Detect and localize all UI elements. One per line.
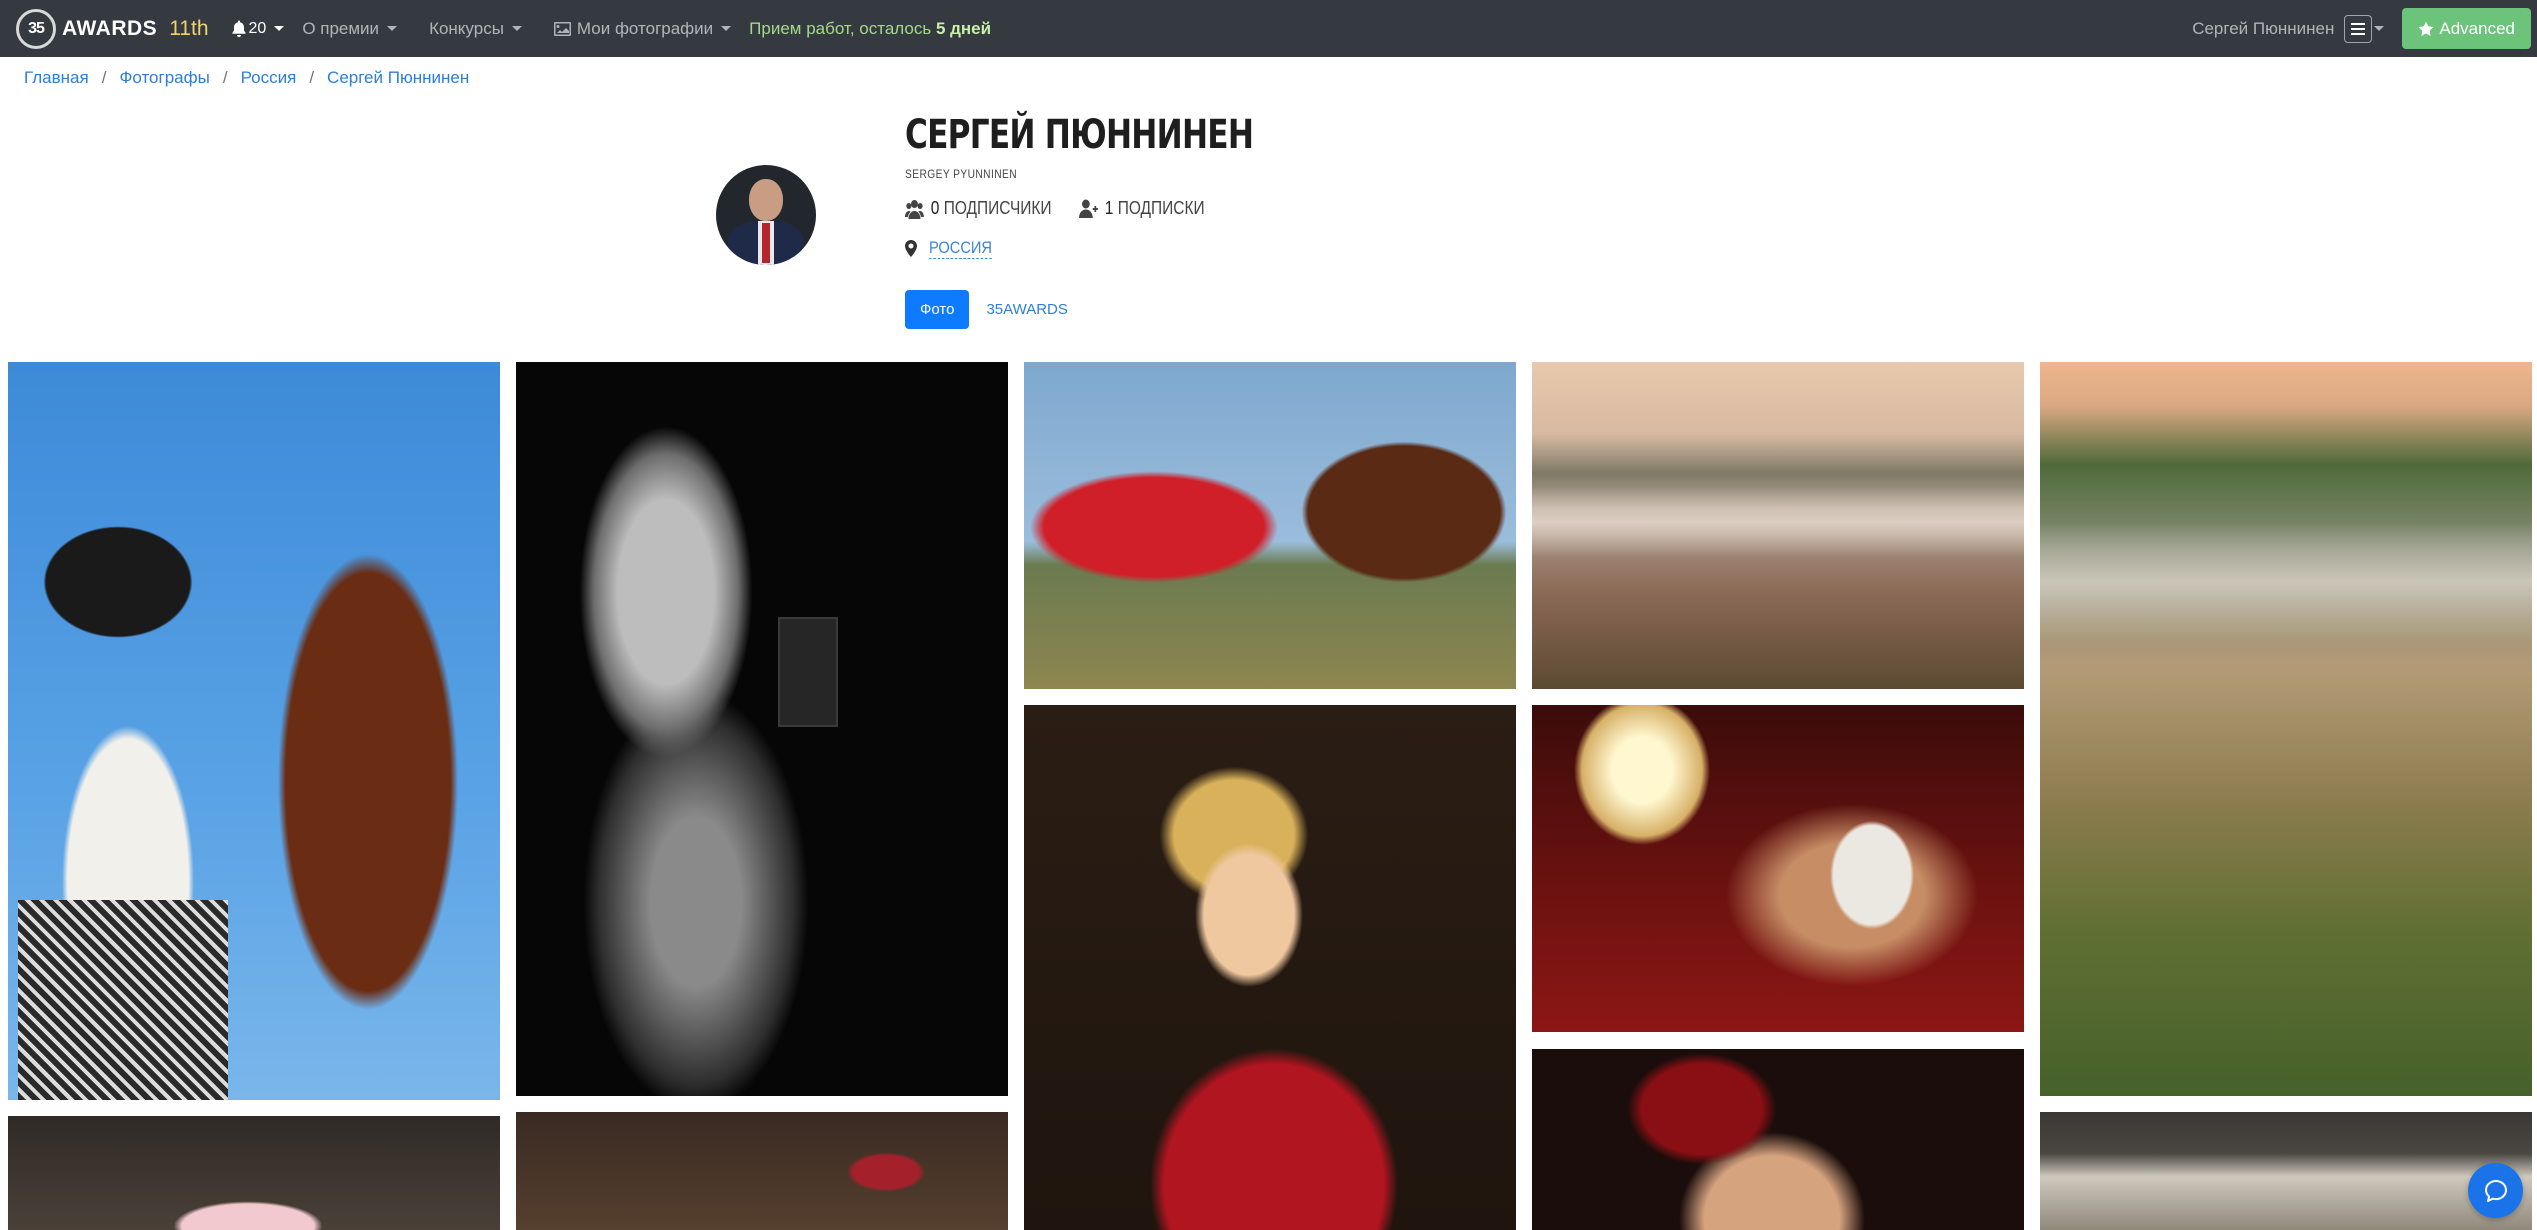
profile-tabs: Фото 35AWARDS: [905, 290, 1068, 329]
chevron-down-icon: [511, 26, 522, 31]
following-label: ПОДПИСКИ: [1118, 198, 1205, 218]
tab-photo[interactable]: Фото: [905, 290, 970, 329]
chevron-down-icon: [274, 26, 285, 31]
nav-my-photos-label: Мои фотографии: [576, 18, 714, 38]
following-link[interactable]: 1 ПОДПИСКИ: [1079, 198, 1205, 219]
brand-logo-icon: 35: [16, 8, 56, 49]
breadcrumb-separator: /: [309, 68, 315, 87]
profile-latin-name: SERGEY PYUNNINEN: [905, 167, 1018, 181]
submission-status[interactable]: Прием работ, осталось 5 дней: [749, 19, 991, 39]
gallery-photo-woman-with-lamp[interactable]: [1532, 705, 2024, 1032]
gallery-photo-misty-hills[interactable]: [2040, 362, 2532, 1096]
status-text: Прием работ, осталось: [749, 18, 932, 38]
user-name-link[interactable]: Сергей Пюннинен: [2192, 19, 2334, 39]
profile-stats: 0 ПОДПИСЧИКИ 1 ПОДПИСКИ: [905, 198, 1225, 219]
edition-label: 11th: [169, 16, 209, 40]
notifications-count: 20: [248, 19, 267, 37]
followers-label: ПОДПИСЧИКИ: [943, 198, 1052, 218]
avatar[interactable]: [716, 165, 816, 265]
breadcrumb-separator: /: [222, 68, 228, 87]
gallery-photo-woman-red-dress-on-horse[interactable]: [1024, 362, 1516, 689]
followers-count: 0: [930, 198, 940, 218]
user-plus-icon: [1079, 199, 1099, 218]
photo-detail: [2040, 522, 2532, 642]
breadcrumb-separator: /: [101, 68, 107, 87]
breadcrumb: Главная / Фотографы / Россия / Сергей Пю…: [24, 68, 469, 88]
chevron-down-icon: [387, 26, 398, 31]
chat-icon: [2484, 1179, 2507, 1202]
gallery-photo-girl-with-horse[interactable]: [8, 362, 500, 1100]
tab-35awards[interactable]: 35AWARDS: [986, 301, 1067, 318]
status-days: 5 дней: [935, 18, 992, 38]
brand-name: AWARDS: [62, 16, 158, 40]
navbar-right: Сергей Пюннинен Advanced: [2192, 0, 2537, 57]
gallery-photo-blonde-girl-red-jacket[interactable]: [1024, 705, 1516, 1230]
breadcrumb-photographers[interactable]: Фотографы: [119, 68, 209, 88]
menu-icon: [2351, 22, 2366, 35]
gallery-photo-couple-under-canopy[interactable]: [2040, 1112, 2532, 1230]
location-link[interactable]: РОССИЯ: [929, 238, 992, 259]
nav-contests-dropdown[interactable]: Конкурсы: [429, 0, 522, 57]
user-menu-button[interactable]: [2344, 14, 2373, 43]
photo-detail: [1532, 487, 2024, 557]
chat-button[interactable]: [2468, 1163, 2523, 1218]
profile-name: СЕРГЕЙ ПЮННИНЕН: [905, 112, 1254, 158]
top-navbar: 35 AWARDS 11th 20 О премии Конкурсы Мои …: [0, 0, 2537, 57]
profile-location: РОССИЯ: [905, 238, 1002, 259]
chevron-down-icon[interactable]: [2374, 26, 2385, 31]
brand-link[interactable]: 35 AWARDS 11th: [16, 0, 209, 57]
nav-my-photos-dropdown[interactable]: Мои фотографии: [553, 0, 732, 57]
notifications-dropdown[interactable]: 20: [231, 0, 285, 57]
photo-detail: [18, 900, 228, 1100]
map-marker-icon: [905, 240, 917, 257]
gallery-photo-red-haired-woman[interactable]: [1532, 1049, 2024, 1230]
gallery-photo-tattooed-arms[interactable]: [516, 1112, 1008, 1230]
photo-detail: [778, 617, 838, 727]
followers-link[interactable]: 0 ПОДПИСЧИКИ: [905, 198, 1052, 219]
breadcrumb-current[interactable]: Сергей Пюннинен: [327, 68, 469, 88]
nav-contests-label: Конкурсы: [429, 18, 504, 38]
nav-about-dropdown[interactable]: О премии: [302, 0, 398, 57]
users-icon: [905, 199, 924, 219]
following-count: 1: [1105, 198, 1114, 218]
avatar-head: [749, 179, 783, 221]
image-icon: [553, 21, 571, 36]
gallery-photo-table-still-life[interactable]: [8, 1116, 500, 1230]
bell-icon: [231, 20, 246, 37]
breadcrumb-home[interactable]: Главная: [24, 68, 89, 88]
avatar-tie: [762, 223, 770, 263]
nav-about-label: О премии: [302, 18, 380, 38]
gallery-photo-white-horse[interactable]: [516, 362, 1008, 1096]
gallery-photo-misty-valley-sunrise[interactable]: [1532, 362, 2024, 689]
chevron-down-icon: [721, 26, 732, 31]
advanced-button[interactable]: Advanced: [2402, 8, 2531, 49]
star-icon: [2418, 21, 2434, 36]
advanced-label: Advanced: [2439, 18, 2515, 38]
breadcrumb-country[interactable]: Россия: [241, 68, 297, 88]
